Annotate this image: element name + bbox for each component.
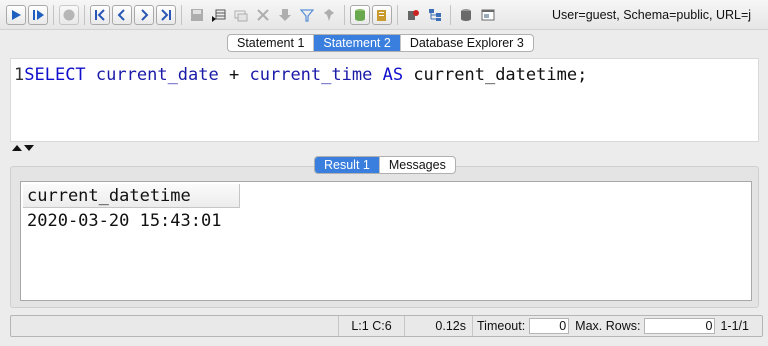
delete-row-icon[interactable] — [253, 5, 273, 25]
status-bar: L:1 C:6 0.12s Timeout: 0 Max. Rows: 0 1-… — [10, 315, 763, 337]
connection-info: User=guest, Schema=public, URL=j — [552, 8, 752, 22]
pin-icon[interactable] — [319, 5, 339, 25]
run-icon[interactable] — [6, 4, 26, 25]
row-range: 1-1/1 — [720, 319, 749, 333]
tab-database-explorer-3[interactable]: Database Explorer 3 — [401, 35, 533, 51]
insert-row-icon[interactable] — [209, 5, 229, 25]
prev-row-icon[interactable] — [112, 4, 132, 25]
tab-statement-2[interactable]: Statement 2 — [314, 35, 401, 51]
column-header[interactable]: current_datetime — [23, 184, 240, 208]
database-icon[interactable] — [350, 4, 370, 25]
commit-icon[interactable] — [275, 5, 295, 25]
sql-identifier: current_time — [249, 65, 373, 85]
tab-messages[interactable]: Messages — [380, 157, 455, 173]
sql-operator: + — [229, 65, 240, 85]
max-rows-field[interactable]: 0 — [644, 318, 716, 334]
editor-line: 1SELECT current_date + current_time AS c… — [14, 65, 587, 85]
table-icon[interactable] — [456, 5, 476, 25]
sql-alias: current_datetime; — [413, 65, 588, 85]
result-tabs: Result 1 Messages — [314, 156, 456, 174]
max-rows-label: Max. Rows: — [575, 319, 641, 333]
execution-time: 0.12s — [405, 316, 473, 336]
sql-keyword: AS — [382, 65, 404, 85]
cursor-position: L:1 C:6 — [339, 316, 405, 336]
statement-tabs: Statement 1 Statement 2 Database Explore… — [227, 34, 534, 52]
next-row-icon[interactable] — [134, 4, 154, 25]
tab-result-1[interactable]: Result 1 — [315, 157, 380, 173]
error-log-icon[interactable] — [403, 5, 423, 25]
window-icon[interactable] — [478, 5, 498, 25]
tab-statement-1[interactable]: Statement 1 — [228, 35, 315, 51]
stop-icon[interactable] — [59, 4, 79, 25]
result-grid[interactable]: current_datetime 2020-03-20 15:43:01 — [20, 181, 752, 301]
filter-icon[interactable] — [297, 5, 317, 25]
sql-editor[interactable]: 1SELECT current_date + current_time AS c… — [10, 58, 759, 142]
schema-tree-icon[interactable] — [425, 5, 445, 25]
copy-row-icon[interactable] — [231, 5, 251, 25]
sql-identifier: current_date — [95, 65, 219, 85]
toolbar-separator — [344, 4, 345, 25]
toolbar-separator — [397, 4, 398, 25]
last-row-icon[interactable] — [156, 4, 176, 25]
export-icon[interactable] — [372, 4, 392, 25]
line-number: 1 — [14, 65, 25, 85]
splitter-arrows-icon[interactable] — [12, 144, 36, 152]
toolbar-separator — [53, 4, 54, 25]
toolbar-separator — [450, 4, 451, 25]
first-row-icon[interactable] — [90, 4, 110, 25]
run-current-icon[interactable] — [28, 4, 48, 25]
toolbar-separator — [181, 4, 182, 25]
timeout-label: Timeout: — [477, 319, 526, 333]
toolbar-separator — [84, 4, 85, 25]
status-message — [11, 316, 339, 336]
sql-keyword: SELECT — [24, 65, 86, 85]
table-cell[interactable]: 2020-03-20 15:43:01 — [27, 210, 221, 232]
timeout-field[interactable]: 0 — [529, 318, 570, 334]
save-icon[interactable] — [187, 5, 207, 25]
sql-workbench-window: User=guest, Schema=public, URL=j Stateme… — [0, 0, 768, 346]
